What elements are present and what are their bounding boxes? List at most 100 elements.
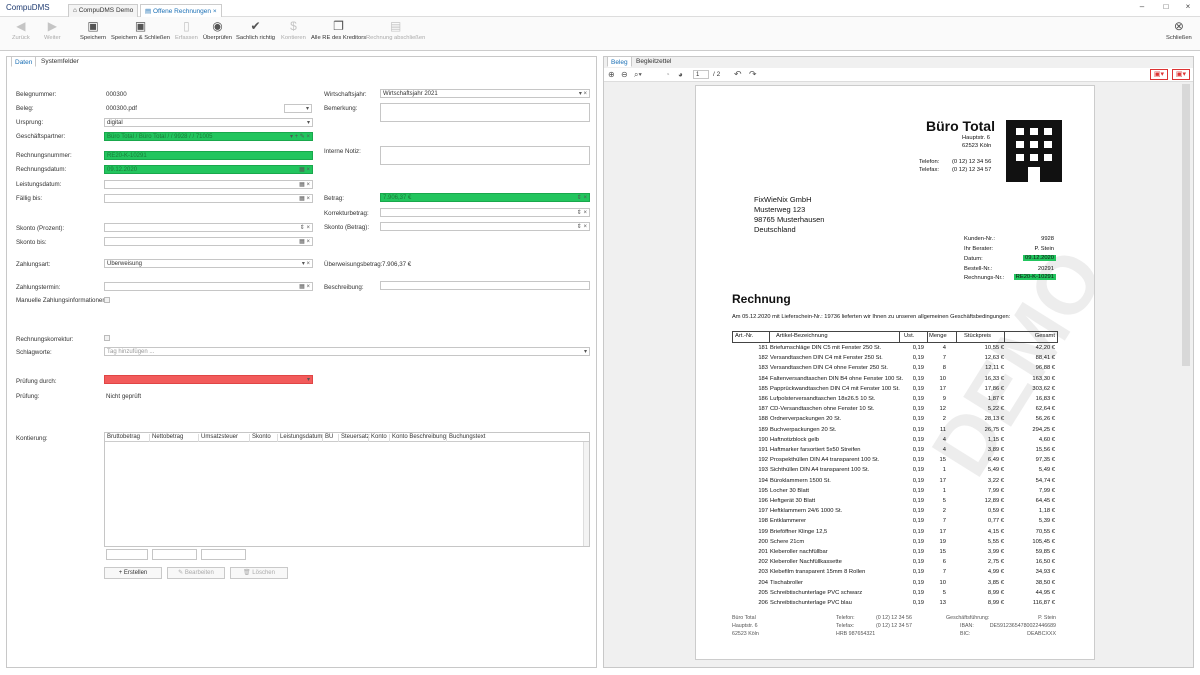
table-cell: 187 [758,406,768,413]
grid-footer-field[interactable] [106,549,148,560]
capture-button[interactable]: ▯ Erfassen [175,19,198,41]
pruefung-value: Nicht geprüft [106,393,142,400]
table-cell: Faltenversandtaschen DIN B4 ohne Fenster… [770,375,904,382]
stepper-icon[interactable]: ⇕ × [577,223,587,230]
kontierung-grid[interactable]: Bruttobetrag Nettobetrag Umsatzsteuer Sk… [104,432,590,547]
korrektur-checkbox[interactable] [104,335,110,341]
stepper-icon[interactable]: ⇕ × [300,224,310,231]
korrekturbetrag-input[interactable]: ⇕ × [380,208,590,217]
rotate-left-icon[interactable]: ↶ [734,69,742,80]
betrag-input[interactable]: 7.906,37 € ⇕ × [380,193,590,202]
forward-button[interactable]: ▶ Weiter [44,19,61,41]
grid-header-cell[interactable]: Konto Beschreibung [389,434,446,442]
rotate-right-icon[interactable]: ↷ [749,69,757,80]
table-cell: 34,93 € [1035,569,1055,576]
manuelle-checkbox[interactable] [104,297,110,303]
leistungsdatum-input[interactable]: ▦ × [104,180,313,189]
minimize-icon[interactable]: – [1134,2,1150,14]
delete-button[interactable]: 🗑 Löschen [230,567,288,579]
calendar-icon[interactable]: ▦ × [299,181,310,188]
calendar-icon[interactable]: ▦ × [299,283,310,290]
pdf-attach-icon[interactable]: ▣▾ [1172,69,1190,80]
window-close-icon[interactable]: × [1180,2,1196,14]
tab-beleg[interactable]: Beleg [607,56,632,67]
next-page-icon[interactable]: ◕ [678,70,683,79]
all-invoices-button[interactable]: ❐ Alle RE des Kreditors [311,19,366,41]
stepper-icon[interactable]: ⇕ × [577,194,587,201]
schlagworte-input[interactable]: Tag hinzufügen ... ▾ [104,347,590,356]
viewer-scrollbar[interactable] [1182,84,1190,366]
table-cell: 17 [939,528,946,535]
grid-header-cell[interactable]: Bruttobetrag [105,434,140,442]
table-cell: 44,95 € [1035,589,1055,596]
invoice-heading: Rechnung [732,292,791,306]
tab-daten[interactable]: Daten [11,56,37,67]
close-icon[interactable]: × [213,8,217,15]
faellig-input[interactable]: ▦ × [104,194,313,203]
table-row: 191 Haftmarker farsortiert 5x50 Streifen 0… [732,447,1058,457]
save-button[interactable]: ▣ Speichern [80,19,106,41]
zahlungsart-select[interactable]: Überweisung ▾ × [104,259,313,268]
skonto-betrag-input[interactable]: ⇕ × [380,222,590,231]
grid-footer-field[interactable] [201,549,246,560]
calendar-icon[interactable]: ▦ × [299,166,310,173]
table-cell: 1,15 € [987,436,1004,443]
grid-scrollbar[interactable] [583,442,589,546]
tab-begleitzettel[interactable]: Begleitzettel [633,56,674,67]
beschreibung-input[interactable] [380,281,590,290]
bemerkung-textarea[interactable] [380,103,590,122]
table-cell: 196 [758,498,768,504]
invoice-document: DEMO Büro Total Hauptstr. 6 62523 Köln T… [695,85,1095,660]
page-number-input[interactable]: 1 [693,70,709,79]
partner-actions-icon[interactable]: ▾ + ✎ × [290,133,310,140]
rechnungsdatum-input[interactable]: 09.12.2020 ▦ × [104,165,313,174]
pdf-export-icon[interactable]: ▣▾ [1150,69,1168,80]
maximize-icon[interactable]: □ [1158,2,1174,14]
beleg-dropdown[interactable]: ▾ [284,104,312,113]
grid-header-cell[interactable]: Nettobetrag [149,434,183,442]
zoom-menu-icon[interactable]: ⌕▾ [634,70,642,80]
approve-button[interactable]: ✔ Sachlich richtig [236,19,275,41]
table-cell: 7,99 € [987,487,1004,494]
window-tab-demo[interactable]: ⌂ CompuDMS Demo [68,4,139,17]
pruefung-durch-label: Prüfung durch: [16,378,57,385]
back-button[interactable]: ◀ Zurück [12,19,30,41]
accounts-button[interactable]: $ Kontieren [281,19,306,41]
table-cell: 7,99 € [1038,487,1055,494]
edit-button[interactable]: ✎ Bearbeiten [167,567,225,579]
rechnungsnummer-input[interactable]: RE20-K-10291 [104,151,313,160]
calendar-icon[interactable]: ▦ × [299,195,310,202]
caret-down-icon[interactable]: ▾ × [579,90,587,97]
ursprung-select[interactable]: digital ▾ [104,118,313,127]
grid-header-cell[interactable]: Steuersatz [338,434,370,442]
window-tab-invoices[interactable]: ▤ Offene Rechnungen × [140,4,222,17]
create-button[interactable]: + Erstellen [104,567,162,579]
partner-select[interactable]: Büro Total / Büro Total / / 9928 / / 710… [104,132,313,141]
skonto-prozent-input[interactable]: ⇕ × [104,223,313,232]
review-button[interactable]: ◉ Überprüfen [203,19,232,41]
wirtschaftsjahr-select[interactable]: Wirtschaftsjahr 2021 ▾ × [380,89,590,98]
table-cell: 0,19 [912,559,924,566]
zahlungstermin-input[interactable]: ▦ × [104,282,313,291]
zoom-in-icon[interactable]: ⊕ [608,70,615,79]
grid-header-cell[interactable]: Buchungstext [446,434,485,442]
grid-header-cell[interactable]: Leistungsdatum [277,434,322,442]
save-close-button[interactable]: ▣ Speichern & Schließen [111,19,170,41]
caret-down-icon[interactable]: ▾ × [302,260,310,267]
table-cell: 3,89 € [987,447,1004,453]
stepper-icon[interactable]: ⇕ × [577,209,587,216]
grid-header-cell[interactable]: Konto [368,434,387,442]
grid-header-cell[interactable]: BU [322,434,333,442]
close-button[interactable]: ⊗ Schließen [1166,19,1192,41]
complete-invoice-button[interactable]: ▤ Rechnung abschließen [366,19,425,41]
grid-footer-field[interactable] [152,549,197,560]
skonto-bis-input[interactable]: ▦ × [104,237,313,246]
grid-header-cell[interactable]: Umsatzsteuer [198,434,238,442]
grid-header-cell[interactable]: Skonto [249,434,271,442]
previous-page-icon[interactable]: ◔ [665,70,670,79]
tab-systemfelder[interactable]: Systemfelder [38,56,82,67]
calendar-icon[interactable]: ▦ × [299,238,310,245]
pruefung-durch-select[interactable]: ▾ [104,375,313,384]
notiz-textarea[interactable] [380,146,590,165]
zoom-out-icon[interactable]: ⊖ [621,70,628,79]
